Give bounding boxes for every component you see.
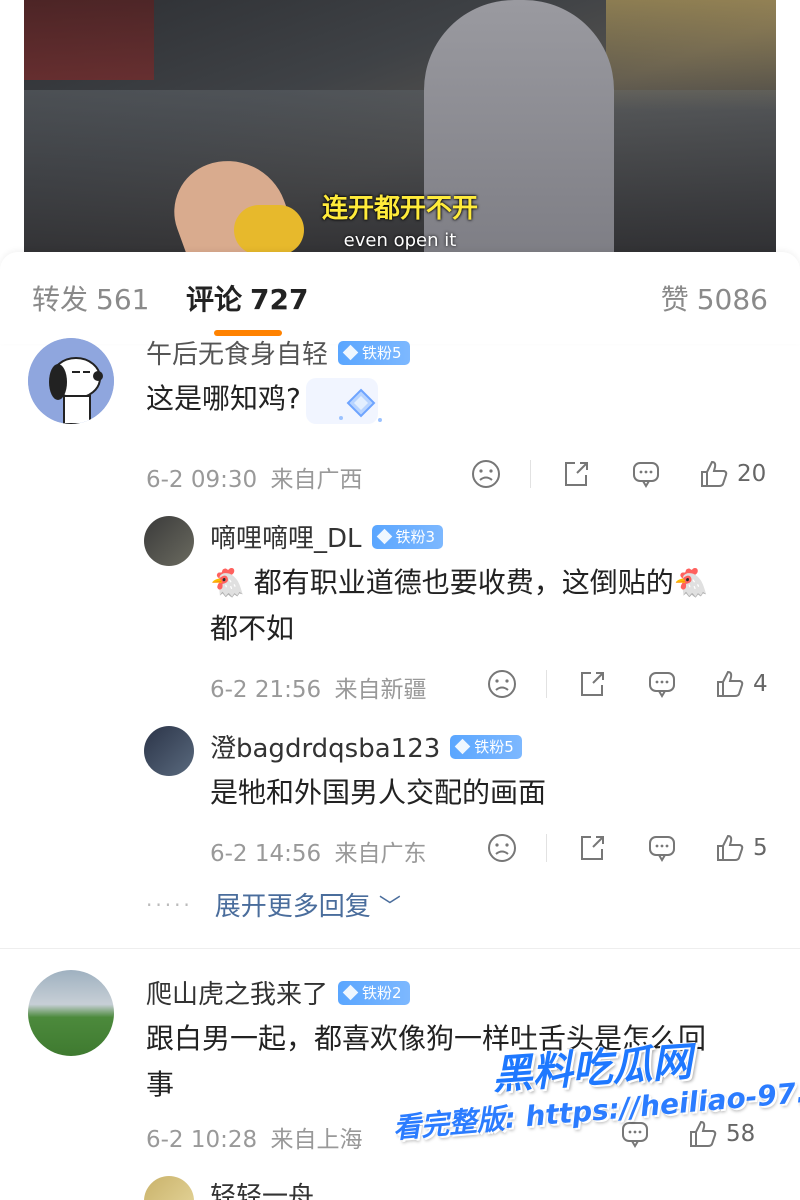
like-count: 20 [737, 461, 767, 487]
video-frame [24, 0, 776, 265]
frown-face-icon[interactable] [486, 832, 518, 864]
action-divider [530, 460, 531, 488]
comment-meta: 6-2 09:30 来自广西 [146, 460, 362, 494]
tab-likes-label: 赞 [660, 283, 689, 316]
diamond-icon [342, 984, 359, 1001]
video-person [424, 0, 614, 265]
avatar[interactable] [28, 970, 114, 1056]
fan-badge-label: 铁粉5 [362, 344, 402, 362]
expand-replies-button[interactable]: ····· 展开更多回复 ﹀ [146, 886, 401, 923]
comment-location: 来自上海 [270, 1127, 363, 1153]
fan-badge: 铁粉5 [450, 734, 522, 759]
video-subtitle-cn: 连开都开不开 [321, 194, 478, 224]
username-text: 嘀哩嘀哩_DL [210, 524, 362, 554]
dots-icon: ····· [146, 892, 193, 917]
username-text: 午后无食身自轻 [146, 340, 329, 370]
comment-time: 6-2 09:30 [146, 467, 258, 493]
reply-time: 6-2 14:56 [210, 841, 322, 867]
reply-location: 来自广东 [334, 841, 427, 867]
video-background-wall [24, 0, 154, 80]
reply-time: 6-2 21:56 [210, 677, 322, 703]
fan-badge: 铁粉2 [338, 980, 410, 1005]
like-count: 58 [726, 1121, 756, 1147]
thumbs-up-icon[interactable] [688, 1119, 718, 1149]
diamond-icon [376, 528, 392, 545]
fan-badge: 铁粉5 [338, 340, 410, 365]
comment-username[interactable]: 轻轻一舟 [210, 1176, 314, 1200]
frown-face-icon[interactable] [470, 458, 502, 490]
sparkle-diamond-icon [306, 378, 382, 424]
action-divider [546, 670, 547, 698]
avatar[interactable] [144, 516, 194, 566]
fan-badge-label: 铁粉3 [395, 528, 436, 546]
expand-replies-label: 展开更多回复 [214, 892, 371, 922]
thumbs-up-icon[interactable] [715, 833, 745, 863]
comment-icon[interactable] [647, 669, 677, 699]
fan-badge: 铁粉3 [371, 524, 444, 549]
comment-actions: 20 [470, 454, 766, 494]
snoopy-avatar-icon [28, 338, 114, 424]
thumbs-up-icon[interactable] [715, 669, 745, 699]
fan-badge-label: 铁粉5 [474, 738, 514, 756]
reply-username[interactable]: 澄bagdrdqsba123 铁粉5 [210, 728, 522, 765]
share-icon[interactable] [577, 669, 607, 699]
comment-location: 来自广西 [270, 467, 363, 493]
diamond-icon [455, 738, 471, 755]
username-text: 轻轻一舟 [210, 1182, 315, 1200]
tab-reposts-count: 561 [96, 283, 150, 316]
thumbs-up-icon[interactable] [699, 459, 729, 489]
reply-meta: 6-2 14:56 来自广东 [210, 834, 426, 868]
frown-face-icon[interactable] [486, 668, 518, 700]
reply-meta: 6-2 21:56 来自新疆 [210, 670, 426, 704]
username-text: 爬山虎之我来了 [146, 980, 329, 1010]
avatar[interactable] [144, 1176, 194, 1200]
reply-actions: 4 [486, 664, 768, 704]
tab-comments-count: 727 [250, 283, 309, 316]
reply-username[interactable]: 嘀哩嘀哩_DL 铁粉3 [210, 518, 444, 555]
reply-actions: 5 [486, 828, 768, 868]
share-icon[interactable] [561, 459, 591, 489]
reply-text: 是牠和外国男人交配的画面 [210, 776, 547, 809]
tab-comments[interactable]: 评论 727 [186, 278, 308, 318]
like-count: 5 [753, 835, 768, 861]
comment-divider [0, 948, 800, 949]
reply-location: 来自新疆 [334, 677, 427, 703]
comment-icon[interactable] [647, 833, 677, 863]
reply-text-line2: 都不如 [210, 612, 295, 645]
comment-text-line2: 事 [146, 1068, 175, 1101]
tab-comments-label: 评论 [186, 283, 243, 316]
reply-text-line1: 🐔 都有职业道德也要收费，这倒贴的🐔 [210, 566, 709, 599]
comment-username[interactable]: 爬山虎之我来了 铁粉2 [146, 974, 410, 1011]
comment-meta: 6-2 10:28 来自上海 [146, 1120, 362, 1154]
share-icon[interactable] [577, 833, 607, 863]
tab-likes-count: 5086 [696, 283, 768, 316]
video-player[interactable]: 连开都开不开 even open it [0, 0, 800, 265]
chevron-down-icon: ﹀ [378, 894, 401, 920]
avatar[interactable] [144, 726, 194, 776]
video-background-lights [606, 0, 776, 110]
comment-username[interactable]: 午后无食身自轻 铁粉5 [146, 334, 410, 371]
fan-badge-label: 铁粉2 [362, 984, 402, 1002]
username-text: 澄bagdrdqsba123 [210, 734, 441, 764]
diamond-icon [342, 344, 359, 361]
video-subtitle-en: even open it [343, 230, 457, 251]
comment-time: 6-2 10:28 [146, 1127, 258, 1153]
tab-likes[interactable]: 赞 5086 [661, 278, 768, 318]
action-divider [546, 834, 547, 862]
like-count: 4 [753, 671, 768, 697]
comment-text: 这是哪知鸡? [146, 382, 301, 415]
avatar[interactable] [28, 338, 114, 424]
comment-icon[interactable] [631, 459, 661, 489]
comment-sheet-header: 转发 561 评论 727 赞 5086 [0, 252, 800, 344]
tab-reposts[interactable]: 转发 561 [32, 278, 149, 318]
tab-reposts-label: 转发 [32, 283, 89, 316]
